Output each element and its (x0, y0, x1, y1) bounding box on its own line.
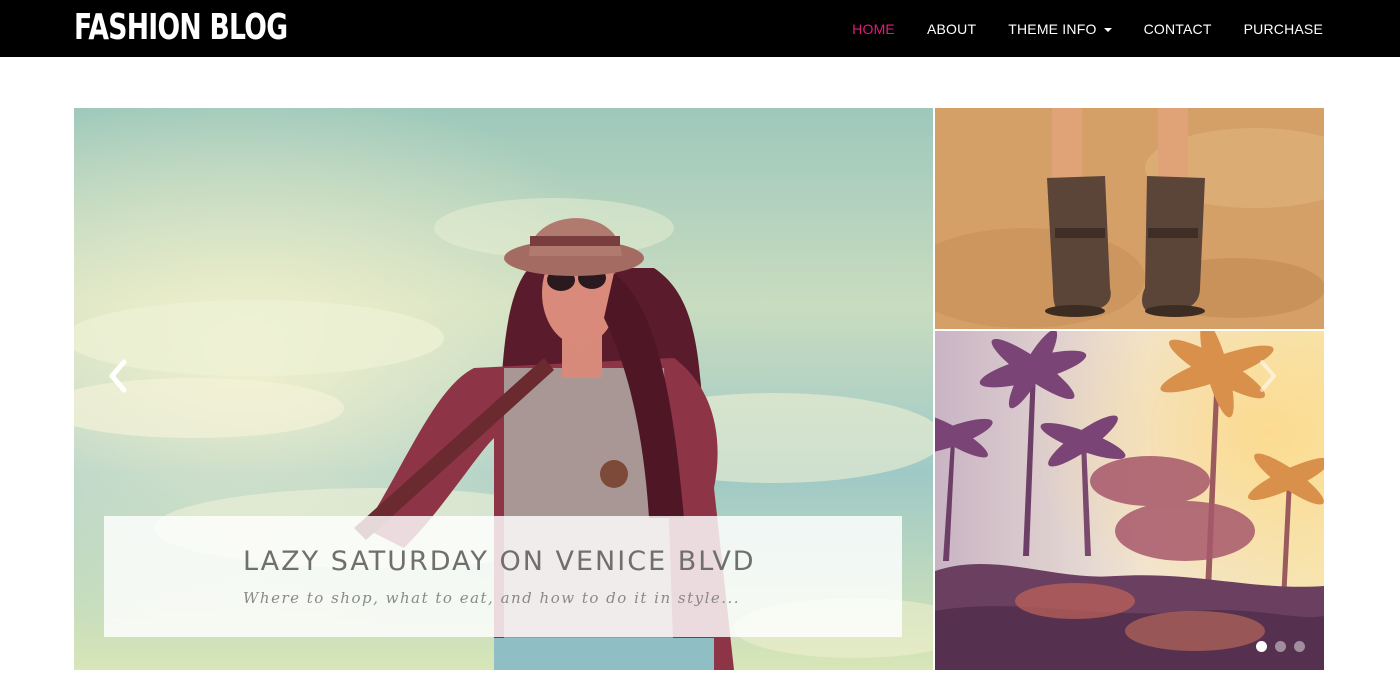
slider-prev-button[interactable] (104, 356, 132, 396)
slide-title[interactable]: LAZY SATURDAY ON VENICE BLVD (243, 546, 756, 577)
nav-purchase-label: PURCHASE (1243, 20, 1323, 37)
caret-down-icon (1103, 27, 1112, 32)
nav-about[interactable]: ABOUT (927, 21, 976, 37)
nav-theme-info[interactable]: THEME INFO (1008, 20, 1112, 37)
main-nav: HOME ABOUT THEME INFO CONTACT PURCHASE (852, 0, 1323, 57)
chevron-right-icon (1260, 360, 1276, 392)
thumb-boots-image[interactable] (935, 108, 1324, 329)
slide-subtitle: Where to shop, what to eat, and how to d… (243, 589, 741, 607)
site-logo[interactable]: FASHION BLOG (74, 6, 288, 50)
nav-contact[interactable]: CONTACT (1144, 21, 1212, 37)
nav-about-label: ABOUT (926, 20, 977, 37)
slider-next-button[interactable] (1254, 356, 1282, 396)
boots-photo (935, 108, 1324, 329)
slider-pagination (1256, 641, 1305, 652)
slider-dot-1[interactable] (1256, 641, 1267, 652)
chevron-left-icon (109, 359, 127, 393)
nav-theme-info-label: THEME INFO (1008, 20, 1097, 37)
nav-home-label: HOME (852, 20, 895, 37)
slide-caption[interactable]: LAZY SATURDAY ON VENICE BLVD Where to sh… (104, 516, 902, 637)
nav-home[interactable]: HOME (852, 21, 895, 37)
nav-purchase[interactable]: PURCHASE (1244, 21, 1323, 37)
slider-dot-3[interactable] (1294, 641, 1305, 652)
site-header: FASHION BLOG HOME ABOUT THEME INFO CONTA… (0, 0, 1400, 57)
slider-dot-2[interactable] (1275, 641, 1286, 652)
featured-slider: LAZY SATURDAY ON VENICE BLVD Where to sh… (74, 108, 1324, 670)
nav-contact-label: CONTACT (1143, 20, 1212, 37)
